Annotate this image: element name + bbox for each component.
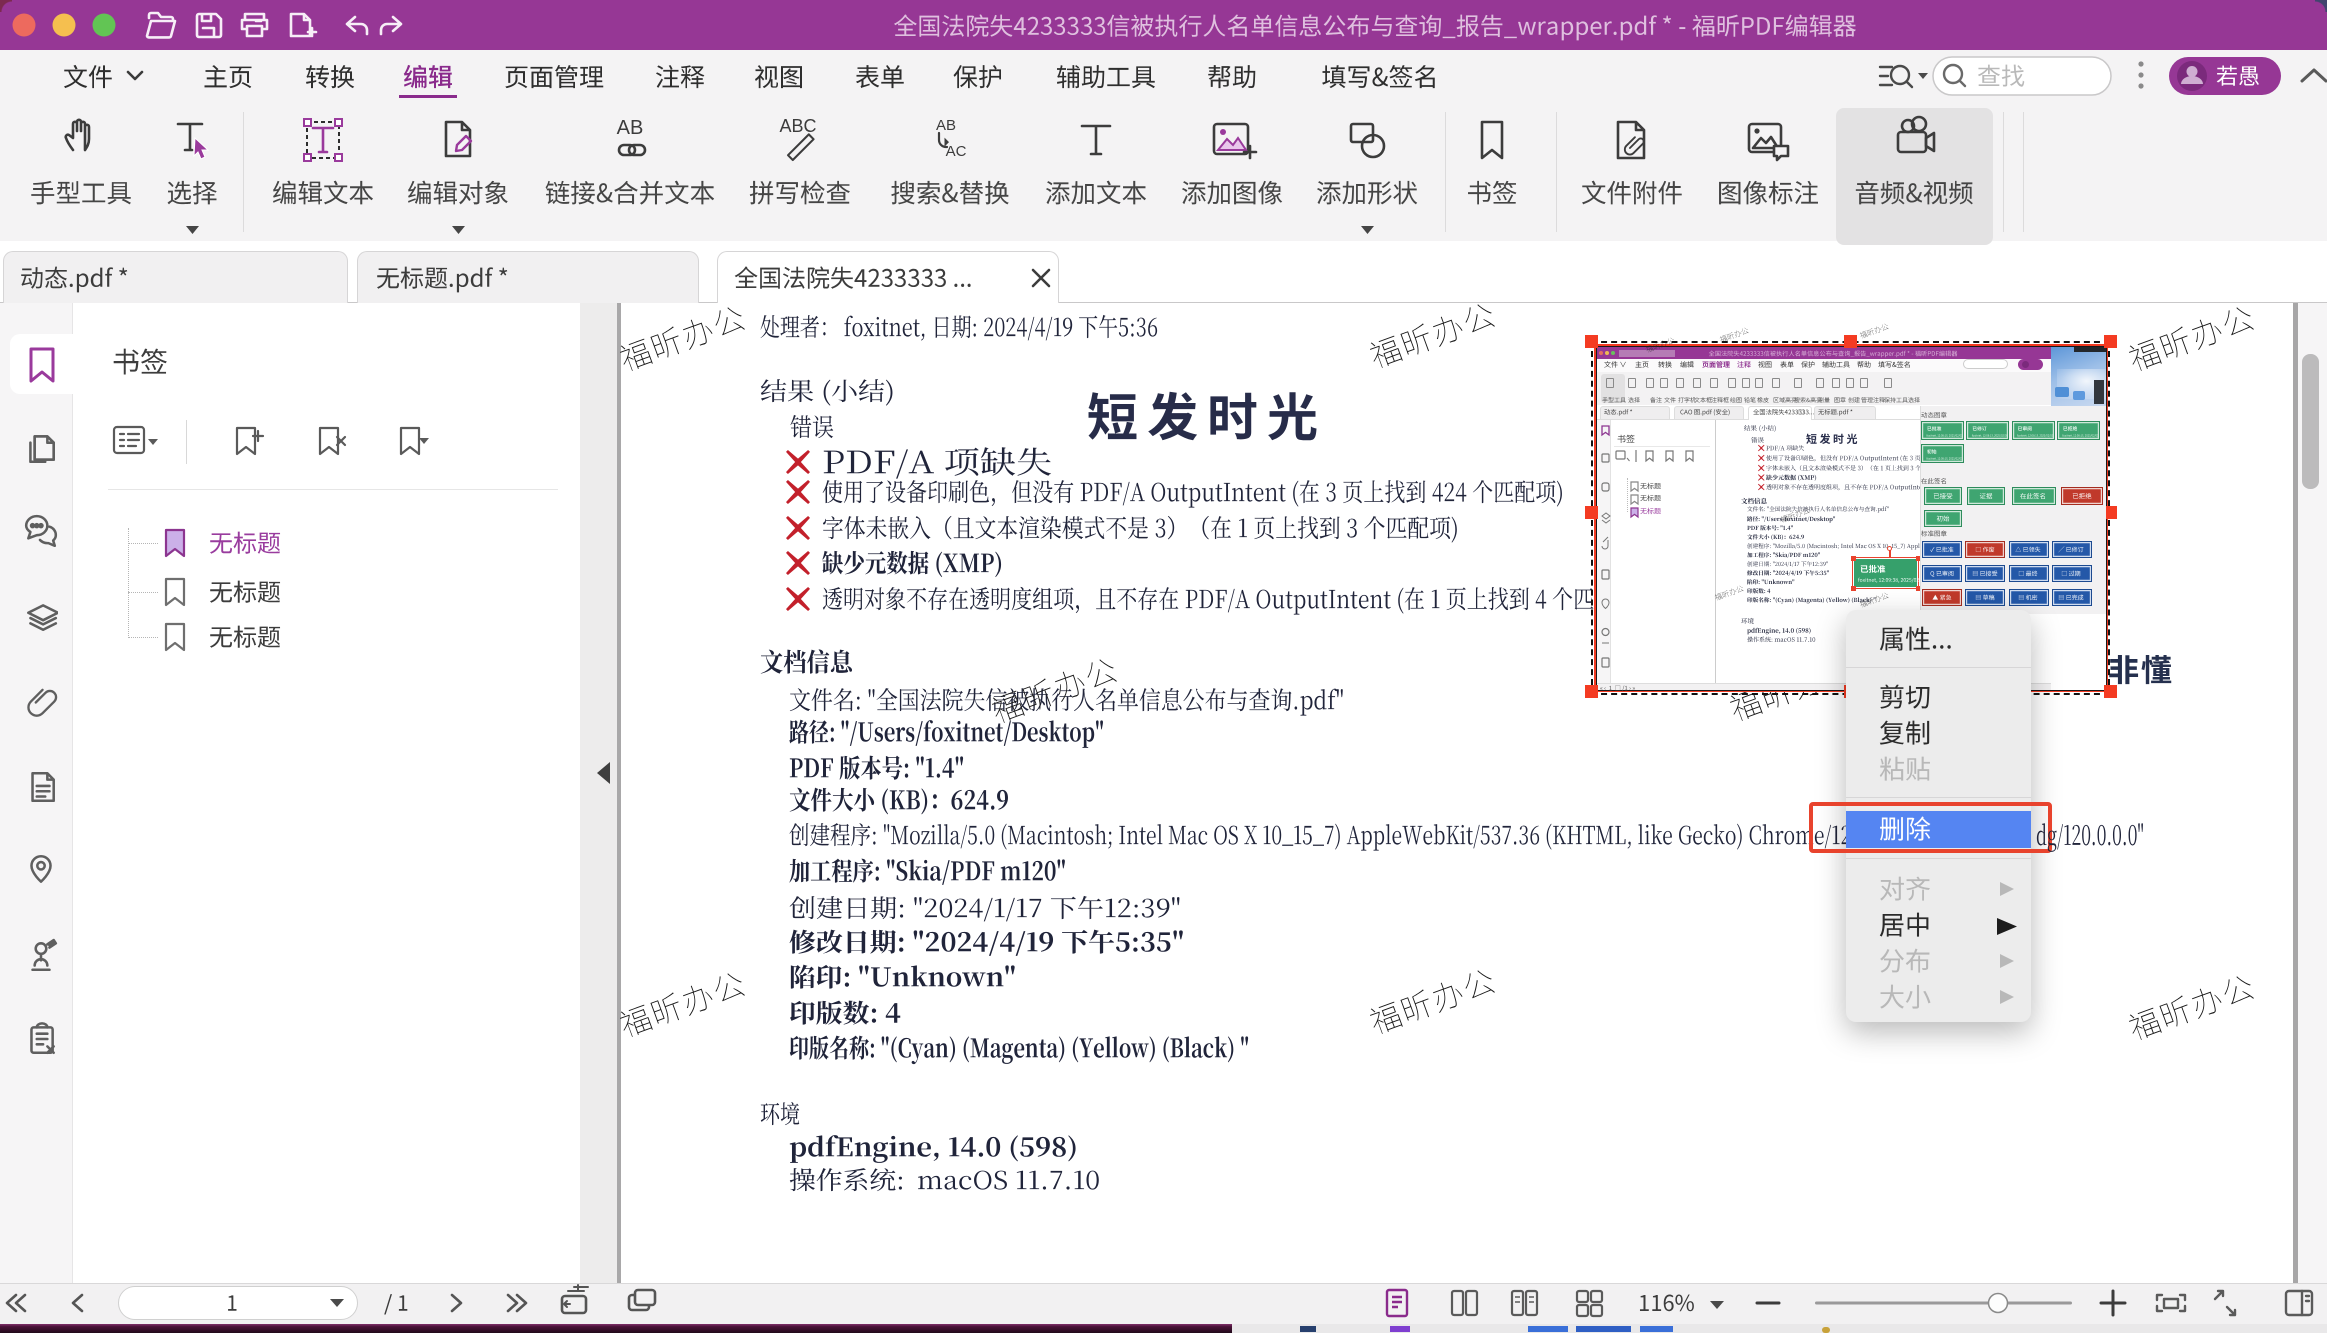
- svg-text:ABC: ABC: [779, 116, 816, 136]
- svg-text:AC: AC: [946, 143, 967, 160]
- svg-text:AB: AB: [617, 117, 644, 139]
- svg-text:AB: AB: [936, 117, 956, 134]
